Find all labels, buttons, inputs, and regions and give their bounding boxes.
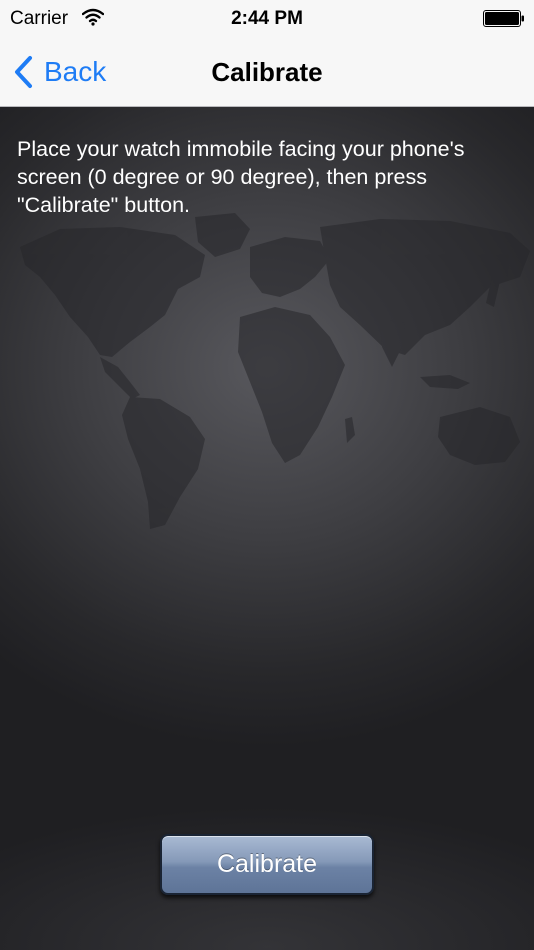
world-map-icon — [20, 213, 530, 529]
screen: Carrier 2:44 PM Back Calibrate Place you… — [0, 0, 534, 950]
main-content: Place your watch immobile facing your ph… — [0, 107, 534, 950]
calibrate-button[interactable]: Calibrate — [160, 834, 374, 895]
status-time: 2:44 PM — [231, 8, 303, 29]
page-title: Calibrate — [211, 57, 323, 87]
instructions-text: Place your watch immobile facing your ph… — [17, 137, 465, 217]
battery-icon — [483, 10, 524, 27]
navigation-bar: Back Calibrate — [0, 38, 534, 107]
status-bar: Carrier 2:44 PM — [0, 0, 534, 38]
